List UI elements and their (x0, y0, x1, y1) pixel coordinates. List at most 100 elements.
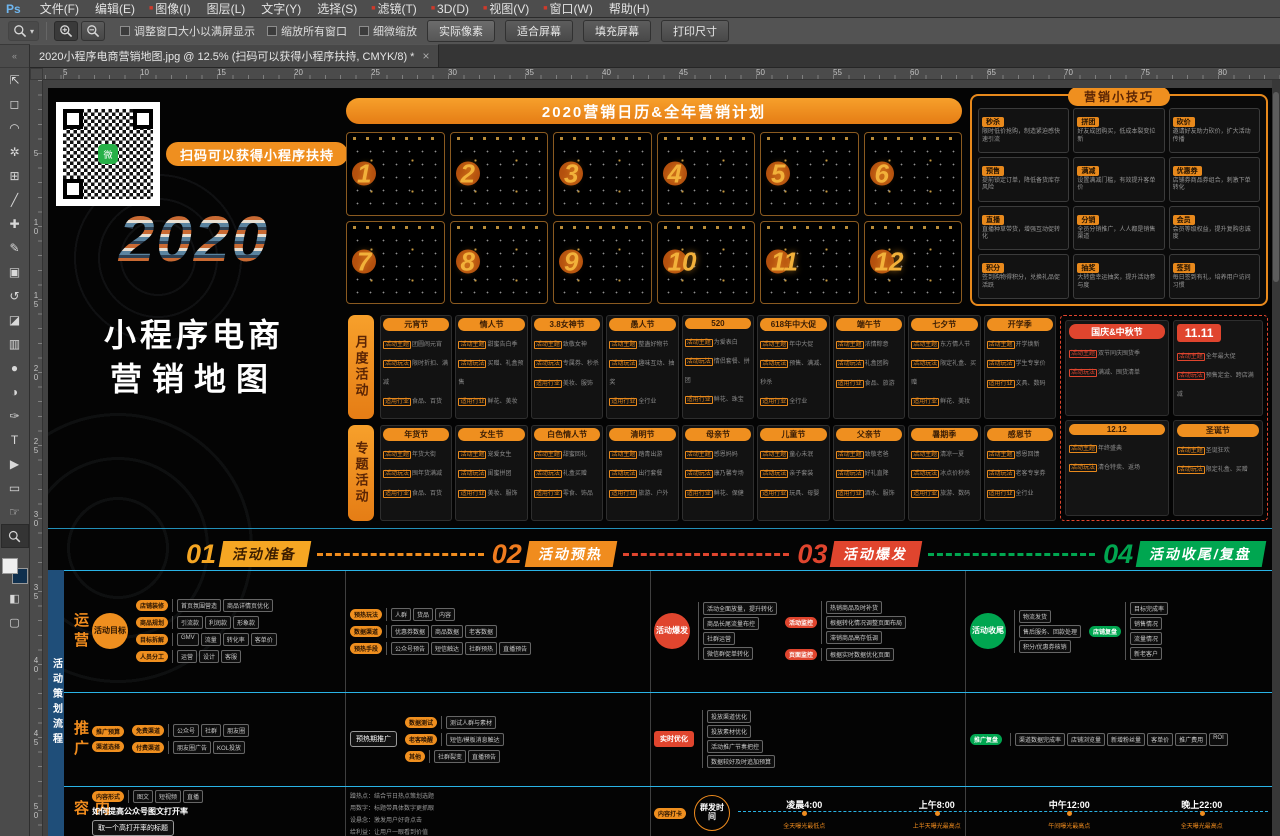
calendar-header: 2020营销日历&全年营销计划 (346, 98, 962, 124)
history-brush-tool[interactable]: ↺ (1, 284, 29, 308)
op-wrapup-cell: 活动收尾 物流发货售后服务、回款处理积分/优惠券核销 店铺复盘 目标完成率销售情… (970, 574, 1268, 688)
flow-node: 投放素材优化 (707, 725, 751, 738)
gradient-tool[interactable]: ▥ (1, 332, 29, 356)
menu-item[interactable]: 帮助(H) (600, 0, 657, 18)
menu-item[interactable]: ■滤镜(T) (364, 0, 424, 18)
menu-item-icon: ■ (543, 5, 547, 12)
menu-item[interactable]: 选择(S) (308, 0, 364, 18)
foreground-color-swatch[interactable] (2, 558, 18, 574)
menu-item-label: 文字(Y) (261, 0, 301, 17)
options-bar: ▾ 调整窗口大小以满屏显示 缩放所有窗口 细微缩放 实际像素 适合屏幕 填充屏幕… (0, 18, 1280, 45)
zoom-in-button[interactable] (54, 21, 78, 41)
clone-stamp-tool[interactable]: ▣ (1, 260, 29, 284)
document-canvas: 微 扫码可以获得小程序扶持 2020 小程序电商 营销地图 2020营销日历&全… (48, 88, 1272, 836)
resize-window-checkbox[interactable]: 调整窗口大小以满屏显示 (120, 23, 255, 39)
actual-pixels-button[interactable]: 实际像素 (427, 20, 495, 42)
rect-marquee-tool[interactable]: ◻ (1, 92, 29, 116)
magnifier-icon (13, 24, 27, 38)
tip-tag: 直播 (982, 215, 1004, 225)
panel-collapse-icon[interactable]: « (0, 45, 29, 68)
brush-tool[interactable]: ✎ (1, 236, 29, 260)
calendar-month-card: 7 (346, 221, 445, 305)
zoom-tool-preset[interactable]: ▾ (8, 21, 39, 41)
fit-screen-button[interactable]: 适合屏幕 (505, 20, 573, 42)
dodge-tool[interactable]: ◑ (1, 380, 29, 404)
menu-item[interactable]: 图层(L) (198, 0, 253, 18)
menu-item-icon: ■ (371, 5, 375, 12)
pen-tool[interactable]: ✑ (1, 404, 29, 428)
move-tool[interactable]: ⇱ (1, 68, 29, 92)
menu-item[interactable]: ■视图(V) (476, 0, 536, 18)
menu-item[interactable]: 文件(F) (31, 0, 86, 18)
zoom-out-button[interactable] (81, 21, 105, 41)
festival-name: 母亲节 (685, 428, 751, 441)
workflow-strip-label: 活动策划流程 (48, 570, 64, 836)
ruler-label: 45 (679, 68, 756, 79)
flow-node: 社群预热 (465, 642, 497, 655)
quick-select-tool[interactable]: ✲ (1, 140, 29, 164)
tip-description: 会员等级权益，提升复购忠诚度 (1173, 227, 1256, 242)
document-tab[interactable]: 2020小程序电商营销地图.jpg @ 12.5% (扫码可以获得小程序扶持, … (30, 44, 439, 67)
canvas-area[interactable]: 微 扫码可以获得小程序扶持 2020 小程序电商 营销地图 2020营销日历&全… (43, 80, 1272, 836)
eyedropper-tool[interactable]: ╱ (1, 188, 29, 212)
blur-tool[interactable]: ● (1, 356, 29, 380)
shape-tool[interactable]: ▭ (1, 476, 29, 500)
tip-card: 会员 会员等级权益，提升复购忠诚度 (1169, 206, 1260, 251)
calendar-grid: 1 2 3 4 5 (346, 132, 962, 304)
monthly-activities-label: 月度活动 (348, 315, 374, 419)
checkbox-label: 缩放所有窗口 (281, 23, 347, 39)
flow-node: 根据实时数据优化页面 (826, 648, 894, 661)
eraser-tool[interactable]: ◪ (1, 308, 29, 332)
chevron-down-icon: ▾ (30, 27, 34, 36)
menu-item[interactable]: 编辑(E) (86, 0, 142, 18)
flow-node: 社群裂变 (434, 750, 466, 763)
tool-icon: ╱ (11, 193, 18, 207)
scrubby-zoom-checkbox[interactable]: 细微缩放 (359, 23, 417, 39)
tip-card: 积分 签到购物得积分，兑换礼品促活跃 (978, 254, 1069, 299)
flow-node: 直播预告 (499, 642, 531, 655)
menu-item[interactable]: 文字(Y) (252, 0, 308, 18)
menu-item[interactable]: ■3D(D) (424, 0, 476, 18)
ruler-label: 35 (525, 68, 602, 79)
menu-bar: Ps 文件(F)编辑(E)■图像(I)图层(L)文字(Y)选择(S)■滤镜(T)… (0, 0, 1280, 18)
flow-node: 流量情况 (1130, 632, 1162, 645)
tool-icon: ⊞ (9, 169, 19, 183)
hand-tool[interactable]: ☞ (1, 500, 29, 524)
ruler-label: 15 (30, 263, 42, 336)
scrollbar-thumb[interactable] (1273, 92, 1279, 282)
tool-icon: ▣ (9, 265, 20, 279)
zoom-all-windows-checkbox[interactable]: 缩放所有窗口 (267, 23, 347, 39)
menu-item-icon: ■ (149, 5, 153, 12)
flow-node: 活动全面放量，提升转化 (703, 602, 777, 615)
timeline-time: 上午8:00 (871, 798, 1004, 811)
menu-item[interactable]: ■窗口(W) (536, 0, 600, 18)
lasso-tool[interactable]: ◠ (1, 116, 29, 140)
wrapup-node: 活动收尾 (970, 613, 1006, 649)
path-select-tool[interactable]: ▶ (1, 452, 29, 476)
ruler-label: 50 (30, 774, 42, 836)
festival-name: 年货节 (383, 428, 449, 441)
calendar-month-card: 6 (864, 132, 963, 216)
flow-node: 流量 (201, 633, 221, 646)
tip-description: 直播种草带货，增强互动促转化 (982, 227, 1065, 242)
screen-mode-button[interactable]: ▢ (1, 612, 29, 632)
tip-description: 全员分销推广，人人都是销售渠道 (1077, 227, 1160, 242)
tool-icon: ▭ (9, 481, 20, 495)
crop-tool[interactable]: ⊞ (1, 164, 29, 188)
healing-brush-tool[interactable]: ✚ (1, 212, 29, 236)
print-size-button[interactable]: 打印尺寸 (661, 20, 729, 42)
flow-node: 短信触达 (431, 642, 463, 655)
type-tool[interactable]: T (1, 428, 29, 452)
quick-mask-button[interactable]: ◧ (1, 588, 29, 608)
close-icon[interactable]: × (422, 50, 429, 62)
vertical-scrollbar[interactable] (1272, 80, 1280, 836)
special-activities-label: 专题活动 (348, 425, 374, 521)
menu-item[interactable]: ■图像(I) (142, 0, 198, 18)
ruler-label: 5 (63, 68, 140, 79)
color-swatches[interactable] (2, 558, 28, 584)
fill-screen-button[interactable]: 填充屏幕 (583, 20, 651, 42)
zoom-tool[interactable] (1, 524, 29, 548)
month-number: 11 (771, 247, 798, 278)
tips-title: 营销小技巧 (1068, 88, 1170, 106)
menu-item-label: 帮助(H) (609, 0, 650, 17)
